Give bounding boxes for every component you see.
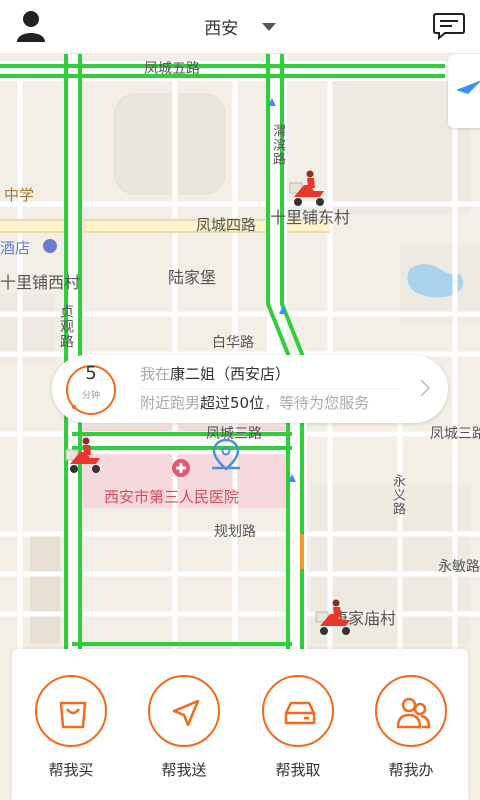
navigation-arrow-icon bbox=[172, 699, 200, 727]
message-icon[interactable] bbox=[432, 11, 466, 41]
action-pickup[interactable]: 帮我取 bbox=[260, 675, 336, 780]
people-icon bbox=[396, 697, 431, 729]
box-icon bbox=[284, 701, 316, 725]
bubble-divider bbox=[140, 388, 400, 389]
road-label-fengcheng3-east: 凤城三路 bbox=[430, 426, 480, 442]
action-pickup-label: 帮我取 bbox=[275, 761, 321, 779]
action-buy-circle bbox=[35, 675, 107, 747]
city-selector[interactable]: 西安 bbox=[0, 14, 480, 39]
runner-count-line: 附近跑男超过50位，等待为您服务 bbox=[140, 392, 369, 413]
service-actions-panel: 帮我买 帮我送 帮我取 帮我办 bbox=[12, 649, 468, 800]
compass-button[interactable] bbox=[448, 54, 480, 128]
store-line: 我在康二姐（西安店） bbox=[140, 363, 290, 384]
road-label-guihua: 规划路 bbox=[214, 524, 256, 540]
road-label-zhenguan: 贞观路 bbox=[58, 304, 74, 349]
poi-label-hotel: 酒店 bbox=[0, 239, 31, 257]
rider-scooter-icon bbox=[315, 599, 350, 635]
poi-label-shilipu-west: 十里铺西村 bbox=[0, 273, 81, 292]
poi-label-hospital: 西安市第三人民医院 bbox=[104, 488, 240, 506]
road-label-baihua: 白华路 bbox=[212, 335, 254, 351]
road-label-fengcheng5: 凤城五路 bbox=[144, 61, 200, 77]
action-errand-circle bbox=[375, 675, 447, 747]
action-errand-label: 帮我办 bbox=[388, 761, 434, 779]
shopping-bag-icon bbox=[59, 701, 87, 729]
chevron-down-icon bbox=[261, 23, 276, 31]
action-send-circle bbox=[148, 675, 220, 747]
eta-minutes: 5 bbox=[85, 363, 97, 384]
runner-suffix: ，等待为您服务 bbox=[264, 394, 370, 412]
eta-unit: 分钟 bbox=[81, 391, 100, 401]
top-bar: 西安 bbox=[0, 0, 480, 54]
action-send[interactable]: 帮我送 bbox=[146, 675, 222, 780]
rider-scooter-icon bbox=[65, 437, 100, 473]
road-label-yongyi: 永义路 bbox=[390, 474, 405, 516]
store-info-bubble[interactable]: 5 分钟 我在康二姐（西安店） 附近跑男超过50位，等待为您服务 bbox=[52, 355, 448, 423]
road-label-wenjing: 渭滨路 bbox=[270, 124, 285, 166]
action-buy[interactable]: 帮我买 bbox=[33, 675, 109, 780]
runner-count: 超过50位 bbox=[200, 394, 265, 412]
action-errand[interactable]: 帮我办 bbox=[373, 675, 449, 780]
action-send-label: 帮我送 bbox=[161, 761, 207, 779]
road-label-fengcheng4: 凤城四路 bbox=[196, 216, 257, 234]
city-name: 西安 bbox=[204, 19, 239, 39]
action-pickup-circle bbox=[262, 675, 334, 747]
poi-label-lujiabao: 陆家堡 bbox=[168, 268, 217, 287]
action-buy-label: 帮我买 bbox=[48, 761, 94, 779]
compass-arrow-icon bbox=[456, 80, 480, 94]
store-name: 康二姐（西安店） bbox=[170, 365, 291, 383]
poi-label-school: 中学 bbox=[4, 186, 35, 204]
road-label-fengcheng3: 凤城三路 bbox=[206, 426, 262, 442]
runner-prefix: 附近跑男 bbox=[140, 394, 201, 412]
chevron-right-icon bbox=[420, 379, 430, 397]
store-prefix: 我在 bbox=[140, 365, 171, 383]
road-label-yongmin: 永敏路 bbox=[438, 559, 480, 575]
rider-scooter-icon bbox=[289, 170, 324, 206]
